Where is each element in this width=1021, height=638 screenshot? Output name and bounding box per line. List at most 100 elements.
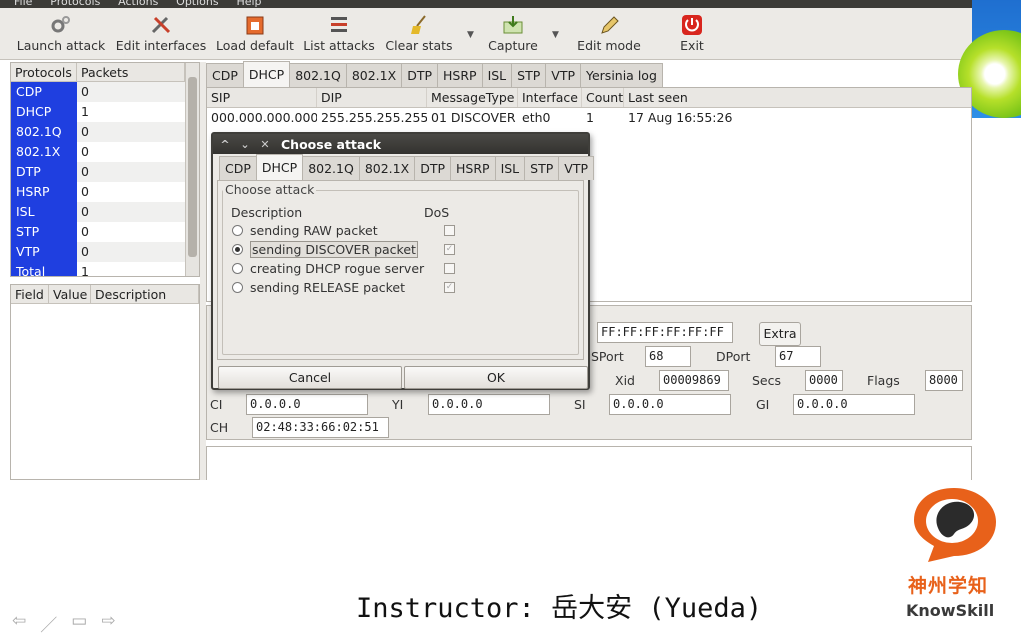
ci-field[interactable]: 0.0.0.0 xyxy=(246,394,368,415)
dialog-tab-vtp[interactable]: VTP xyxy=(558,156,594,180)
field-column-header[interactable]: Field xyxy=(11,285,49,303)
edit-mode-button[interactable]: Edit mode xyxy=(574,8,644,60)
tab-8021q[interactable]: 802.1Q xyxy=(289,63,347,87)
cancel-button[interactable]: Cancel xyxy=(218,366,402,389)
capture-button[interactable]: Capture xyxy=(484,8,542,60)
flags-field[interactable]: 8000 xyxy=(925,370,963,391)
exit-button[interactable]: Exit xyxy=(672,8,712,60)
toolbar: Launch attack Edit interfaces Load defau… xyxy=(0,8,972,60)
clear-stats-dropdown-arrow[interactable]: ▼ xyxy=(467,30,474,40)
protocol-row[interactable]: DHCP 1 xyxy=(11,102,185,122)
flags-label: Flags xyxy=(867,373,900,388)
si-field[interactable]: 0.0.0.0 xyxy=(609,394,731,415)
yi-field[interactable]: 0.0.0.0 xyxy=(428,394,550,415)
packets-column-header[interactable]: Packets xyxy=(77,63,185,81)
protocols-column-header[interactable]: Protocols xyxy=(11,63,77,81)
pen-icon[interactable]: ／ xyxy=(40,611,57,636)
dialog-tab-8021x[interactable]: 802.1X xyxy=(358,156,416,180)
radio-button[interactable] xyxy=(232,225,243,236)
dip-column-header[interactable]: DIP xyxy=(317,88,427,107)
scrollbar-thumb[interactable] xyxy=(188,77,197,257)
dialog-tab-stp[interactable]: STP xyxy=(524,156,560,180)
menu-icon[interactable]: ▭ xyxy=(71,611,87,636)
menu-protocols[interactable]: Protocols xyxy=(50,0,100,8)
brand-english-name: KnowSkill xyxy=(906,601,995,620)
dialog-tab-dhcp[interactable]: DHCP xyxy=(255,154,304,180)
protocol-row[interactable]: 802.1Q 0 xyxy=(11,122,185,142)
tab-cdp[interactable]: CDP xyxy=(206,63,244,87)
ok-button[interactable]: OK xyxy=(404,366,588,389)
protocol-row[interactable]: DTP 0 xyxy=(11,162,185,182)
attack-option-release[interactable]: sending RELEASE packet ✓ xyxy=(232,278,455,297)
tab-vtp[interactable]: VTP xyxy=(545,63,581,87)
attack-option-rogue-server[interactable]: creating DHCP rogue server xyxy=(232,259,455,278)
dialog-tab-hsrp[interactable]: HSRP xyxy=(450,156,496,180)
menu-options[interactable]: Options xyxy=(176,0,218,8)
window-up-icon[interactable]: ^ xyxy=(217,138,233,151)
count-column-header[interactable]: Count xyxy=(582,88,624,107)
menu-help[interactable]: Help xyxy=(236,0,261,8)
capture-dropdown-arrow[interactable]: ▼ xyxy=(552,30,559,40)
protocol-row[interactable]: VTP 0 xyxy=(11,242,185,262)
list-attacks-button[interactable]: List attacks xyxy=(301,8,377,60)
attack-option-raw[interactable]: sending RAW packet xyxy=(232,221,455,240)
dialog-tab-bar: CDP DHCP 802.1Q 802.1X DTP HSRP ISL STP … xyxy=(219,154,594,180)
packets-header: SIP DIP MessageType Interface Count Last… xyxy=(207,88,971,108)
secs-field[interactable]: 0000 xyxy=(805,370,843,391)
dialog-tab-8021q[interactable]: 802.1Q xyxy=(302,156,360,180)
protocol-row[interactable]: STP 0 xyxy=(11,222,185,242)
protocols-scrollbar[interactable] xyxy=(185,63,199,276)
attack-option-discover[interactable]: sending DISCOVER packet ✓ xyxy=(232,240,455,259)
log-area xyxy=(206,446,972,480)
tab-isl[interactable]: ISL xyxy=(481,63,513,87)
ch-field[interactable]: 02:48:33:66:02:51 xyxy=(252,417,389,438)
dialog-titlebar[interactable]: ^ ⌄ ✕ Choose attack xyxy=(213,134,588,154)
sport-field[interactable]: 68 xyxy=(645,346,691,367)
protocol-row-total[interactable]: Total 1 xyxy=(11,262,185,276)
table-row[interactable]: 000.000.000.000 255.255.255.255 01 DISCO… xyxy=(207,108,971,128)
sport-label: SPort xyxy=(591,349,624,364)
gi-field[interactable]: 0.0.0.0 xyxy=(793,394,915,415)
dialog-tab-dtp[interactable]: DTP xyxy=(414,156,451,180)
tab-stp[interactable]: STP xyxy=(511,63,547,87)
tab-hsrp[interactable]: HSRP xyxy=(437,63,483,87)
tab-dtp[interactable]: DTP xyxy=(401,63,438,87)
secs-label: Secs xyxy=(752,373,782,388)
protocol-row[interactable]: 802.1X 0 xyxy=(11,142,185,162)
sip-column-header[interactable]: SIP xyxy=(207,88,317,107)
prev-arrow-icon[interactable]: ⇦ xyxy=(12,611,26,636)
window-down-icon[interactable]: ⌄ xyxy=(237,138,253,151)
close-icon[interactable]: ✕ xyxy=(257,138,273,151)
clear-stats-button[interactable]: Clear stats xyxy=(383,8,455,60)
protocol-row[interactable]: ISL 0 xyxy=(11,202,185,222)
tab-dhcp[interactable]: DHCP xyxy=(242,61,291,87)
dos-checkbox xyxy=(444,225,455,236)
choose-attack-dialog: ^ ⌄ ✕ Choose attack CDP DHCP 802.1Q 802.… xyxy=(211,132,594,390)
edit-interfaces-button[interactable]: Edit interfaces xyxy=(114,8,208,60)
radio-button[interactable] xyxy=(232,282,243,293)
menu-actions[interactable]: Actions xyxy=(118,0,158,8)
dport-field[interactable]: 67 xyxy=(775,346,821,367)
dest-mac-field[interactable]: FF:FF:FF:FF:FF:FF xyxy=(597,322,733,343)
launch-attack-button[interactable]: Launch attack xyxy=(14,8,108,60)
protocol-row[interactable]: CDP 0 xyxy=(11,82,185,102)
value-column-header[interactable]: Value xyxy=(49,285,91,303)
xid-field[interactable]: 00009869 xyxy=(659,370,729,391)
tab-8021x[interactable]: 802.1X xyxy=(345,63,403,87)
menu-file[interactable]: File xyxy=(14,0,32,8)
interface-column-header[interactable]: Interface xyxy=(518,88,582,107)
dialog-tab-isl[interactable]: ISL xyxy=(494,156,526,180)
protocols-header: Protocols Packets xyxy=(11,63,185,82)
dialog-tab-cdp[interactable]: CDP xyxy=(219,156,257,180)
radio-button-selected[interactable] xyxy=(232,244,243,255)
tab-yersinia-log[interactable]: Yersinia log xyxy=(580,63,663,87)
description-column-header[interactable]: Description xyxy=(91,285,199,303)
next-arrow-icon[interactable]: ⇨ xyxy=(101,611,115,636)
radio-button[interactable] xyxy=(232,263,243,274)
load-default-button[interactable]: Load default xyxy=(214,8,296,60)
extra-button[interactable]: Extra xyxy=(759,322,801,346)
tools-icon xyxy=(151,16,171,34)
last-seen-column-header[interactable]: Last seen xyxy=(624,88,971,107)
messagetype-column-header[interactable]: MessageType xyxy=(427,88,518,107)
protocol-row[interactable]: HSRP 0 xyxy=(11,182,185,202)
